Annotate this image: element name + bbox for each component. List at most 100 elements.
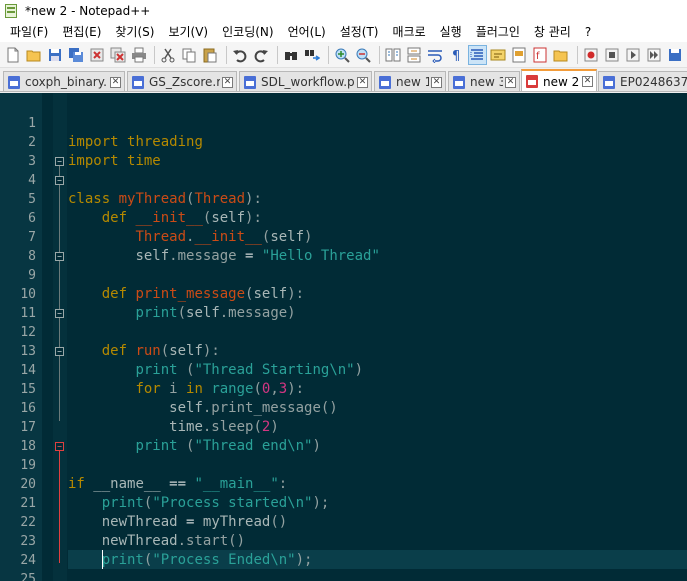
print-icon[interactable]: [129, 45, 148, 65]
unsaved-file-icon: [526, 75, 538, 88]
code-line: 5 def __init__(self):: [0, 171, 687, 226]
code-line: 11: [0, 285, 687, 321]
code-line: 8: [0, 228, 687, 264]
saved-file-icon: [379, 75, 391, 89]
code-line: 16 time.sleep(2): [0, 380, 687, 435]
svg-text:f: f: [536, 51, 540, 62]
cut-icon[interactable]: [159, 45, 178, 65]
function-list-icon[interactable]: f: [531, 45, 550, 65]
code-line: 17 print ("Thread end\n"): [0, 399, 687, 454]
close-tab-icon[interactable]: ✕: [357, 76, 368, 88]
zoom-out-icon[interactable]: [354, 45, 373, 65]
menu-bar: 파일(F) 편집(E) 찾기(S) 보기(V) 인코딩(N) 언어(L) 설정(…: [0, 22, 687, 42]
tab-new-2[interactable]: new 2 ✕: [521, 69, 597, 91]
window-title: *new 2 - Notepad++: [25, 4, 151, 18]
replace-icon[interactable]: [303, 45, 322, 65]
saved-file-icon: [244, 75, 256, 89]
redo-icon[interactable]: [252, 45, 271, 65]
toolbar-divider: [225, 45, 227, 64]
menu-search[interactable]: 찾기(S): [108, 22, 161, 42]
code-line: 9 def print_message(self):: [0, 247, 687, 302]
saved-file-icon: [453, 75, 465, 89]
code-line: 19 if __name__ == "__main__":: [0, 437, 687, 492]
saved-file-icon: [132, 75, 144, 89]
close-tab-icon[interactable]: ✕: [431, 76, 442, 88]
menu-plugins[interactable]: 플러그인: [469, 22, 527, 42]
code-line: 21 newThread = myThread(): [0, 475, 687, 530]
svg-text:¶: ¶: [452, 49, 460, 63]
document-tab-bar: coxph_binary.r ✕ GS_Zscore.r ✕ SDL_workf…: [0, 68, 687, 92]
tab-ep0248637a[interactable]: EP0248637A: [598, 71, 687, 91]
zoom-in-icon[interactable]: [333, 45, 352, 65]
code-line: 3: [0, 133, 687, 169]
copy-icon[interactable]: [180, 45, 199, 65]
tab-new-1[interactable]: new 1 ✕: [374, 71, 446, 91]
record-macro-icon[interactable]: [582, 45, 601, 65]
menu-run[interactable]: 실행: [433, 22, 469, 42]
save-icon[interactable]: [45, 45, 64, 65]
toolbar-divider: [154, 45, 155, 64]
save-macro-icon[interactable]: [666, 45, 685, 65]
menu-settings[interactable]: 설정(T): [333, 22, 386, 42]
tab-new-3[interactable]: new 3 ✕: [448, 71, 520, 91]
tab-gs-zscore[interactable]: GS_Zscore.r ✕: [127, 71, 237, 91]
close-all-icon[interactable]: [108, 45, 127, 65]
tab-label: new 3: [470, 75, 503, 89]
tab-coxph-binary[interactable]: coxph_binary.r ✕: [3, 71, 125, 91]
code-line: 18: [0, 418, 687, 454]
code-line: 2 import time: [0, 114, 687, 169]
menu-language[interactable]: 언어(L): [281, 22, 333, 42]
menu-help[interactable]: ?: [578, 22, 598, 42]
code-editor[interactable]: − − − − − − 1 import threading 2 import …: [0, 93, 687, 581]
code-line: 22 newThread.start(): [0, 494, 687, 549]
code-line: 23 print("Process Ended\n");: [0, 513, 687, 568]
undo-icon[interactable]: [231, 45, 250, 65]
run-macro-icon[interactable]: [645, 45, 664, 65]
tab-label: GS_Zscore.r: [149, 75, 220, 89]
menu-file[interactable]: 파일(F): [3, 22, 55, 42]
code-line: 7 self.message = "Hello Thread": [0, 209, 687, 264]
close-tab-icon[interactable]: ✕: [110, 76, 121, 88]
code-line: 20 print("Process started\n");: [0, 456, 687, 511]
line-number: 25: [20, 572, 36, 581]
word-wrap-icon[interactable]: [426, 45, 445, 65]
tab-sdl-workflow[interactable]: SDL_workflow.py ✕: [239, 71, 372, 91]
title-bar: *new 2 - Notepad++: [0, 0, 687, 22]
udl-icon[interactable]: [489, 45, 508, 65]
find-icon[interactable]: [282, 45, 301, 65]
code-line: 1 import threading: [0, 95, 687, 150]
code-line: 6 Thread.__init__(self): [0, 190, 687, 245]
notepadpp-icon: [4, 3, 20, 19]
tab-label: EP0248637A: [620, 75, 687, 89]
menu-window[interactable]: 창 관리: [527, 22, 578, 42]
close-tab-icon[interactable]: ✕: [582, 76, 593, 87]
sync-h-icon[interactable]: [405, 45, 424, 65]
folder-workspace-icon[interactable]: [552, 45, 571, 65]
tab-label: SDL_workflow.py: [261, 75, 355, 89]
close-tab-icon[interactable]: ✕: [505, 76, 516, 88]
code-line: 14 for i in range(0,3):: [0, 342, 687, 397]
new-file-icon[interactable]: [3, 45, 22, 65]
menu-macro[interactable]: 매크로: [386, 22, 433, 42]
menu-view[interactable]: 보기(V): [161, 22, 215, 42]
menu-edit[interactable]: 편집(E): [55, 22, 108, 42]
paste-icon[interactable]: [201, 45, 220, 65]
doc-map-icon[interactable]: [510, 45, 529, 65]
code-line: 15 self.print_message(): [0, 361, 687, 416]
text-cursor: [102, 550, 103, 569]
sync-v-icon[interactable]: [384, 45, 403, 65]
close-tab-icon[interactable]: ✕: [222, 76, 233, 88]
show-all-icon[interactable]: ¶: [447, 45, 466, 65]
save-all-icon[interactable]: [66, 45, 85, 65]
play-macro-icon[interactable]: [624, 45, 643, 65]
code-line: 13 print ("Thread Starting\n"): [0, 323, 687, 378]
tab-label: coxph_binary.r: [25, 75, 108, 89]
stop-macro-icon[interactable]: [603, 45, 622, 65]
code-line: 24: [0, 532, 687, 568]
toolbar-divider: [576, 45, 578, 64]
open-file-icon[interactable]: [24, 45, 43, 65]
toolbar-divider: [327, 45, 329, 64]
menu-encoding[interactable]: 인코딩(N): [215, 22, 280, 42]
indent-guide-icon[interactable]: [467, 44, 487, 65]
close-icon[interactable]: [87, 45, 106, 65]
